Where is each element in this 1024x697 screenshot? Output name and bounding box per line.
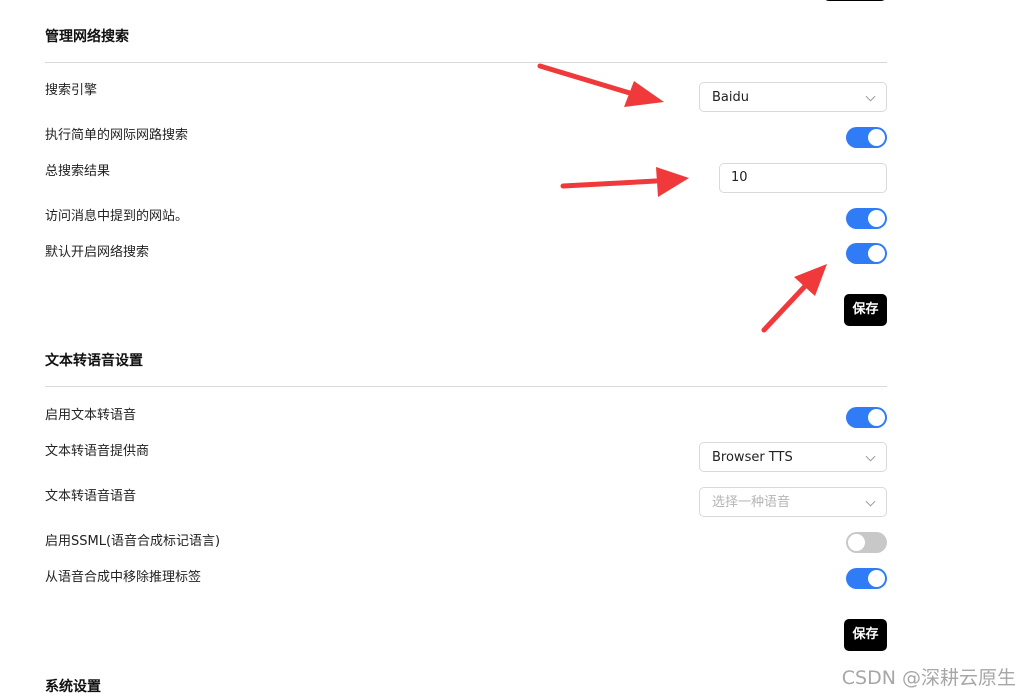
tts-save-button[interactable]: 保存 [844,619,887,651]
tts-enable-toggle[interactable] [846,407,887,428]
ssml-label: 启用SSML(语音合成标记语言) [45,534,221,549]
tts-voice-select[interactable]: 选择一种语音 [699,487,887,517]
toggle-knob [868,245,885,262]
chevron-down-icon [865,91,876,102]
total-results-input[interactable]: 10 [719,163,887,193]
simple-search-toggle[interactable] [846,127,887,148]
remove-reasoning-tags-toggle[interactable] [846,568,887,589]
chevron-down-icon [865,496,876,507]
arrow-to-search-engine [537,63,664,107]
toggle-knob [848,534,865,551]
visit-sites-toggle[interactable] [846,208,887,229]
web-search-save-button[interactable]: 保存 [844,294,887,326]
toggle-knob [868,570,885,587]
web-search-section-title: 管理网络搜索 [45,29,129,45]
simple-search-label: 执行简单的网际网路搜索 [45,128,189,143]
toggle-knob [868,409,885,426]
tts-divider [45,386,887,387]
web-search-divider [45,62,887,63]
search-engine-value: Baidu [712,90,749,105]
top-cut-button[interactable] [823,0,887,1]
toggle-knob [868,210,885,227]
chevron-down-icon [865,451,876,462]
search-engine-select[interactable]: Baidu [699,82,887,112]
tts-enable-label: 启用文本转语音 [45,408,137,423]
ssml-toggle[interactable] [846,532,887,553]
system-section-title: 系统设置 [45,679,101,695]
tts-voice-label: 文本转语音语音 [45,489,137,504]
arrow-to-total-results [560,167,689,197]
default-web-search-toggle[interactable] [846,243,887,264]
remove-reasoning-tags-label: 从语音合成中移除推理标签 [45,570,202,585]
toggle-knob [868,129,885,146]
visit-sites-label: 访问消息中提到的网站。 [45,209,189,224]
search-engine-label: 搜索引擎 [45,83,98,98]
tts-provider-select[interactable]: Browser TTS [699,442,887,472]
default-web-search-label: 默认开启网络搜索 [45,245,150,260]
tts-provider-value: Browser TTS [712,450,793,465]
tts-section-title: 文本转语音设置 [45,353,143,369]
tts-voice-placeholder: 选择一种语音 [712,495,791,510]
csdn-watermark: CSDN @深耕云原生 [841,667,1016,689]
total-results-label: 总搜索结果 [45,164,111,179]
arrow-to-default-web-search [761,264,827,333]
tts-provider-label: 文本转语音提供商 [45,444,150,459]
